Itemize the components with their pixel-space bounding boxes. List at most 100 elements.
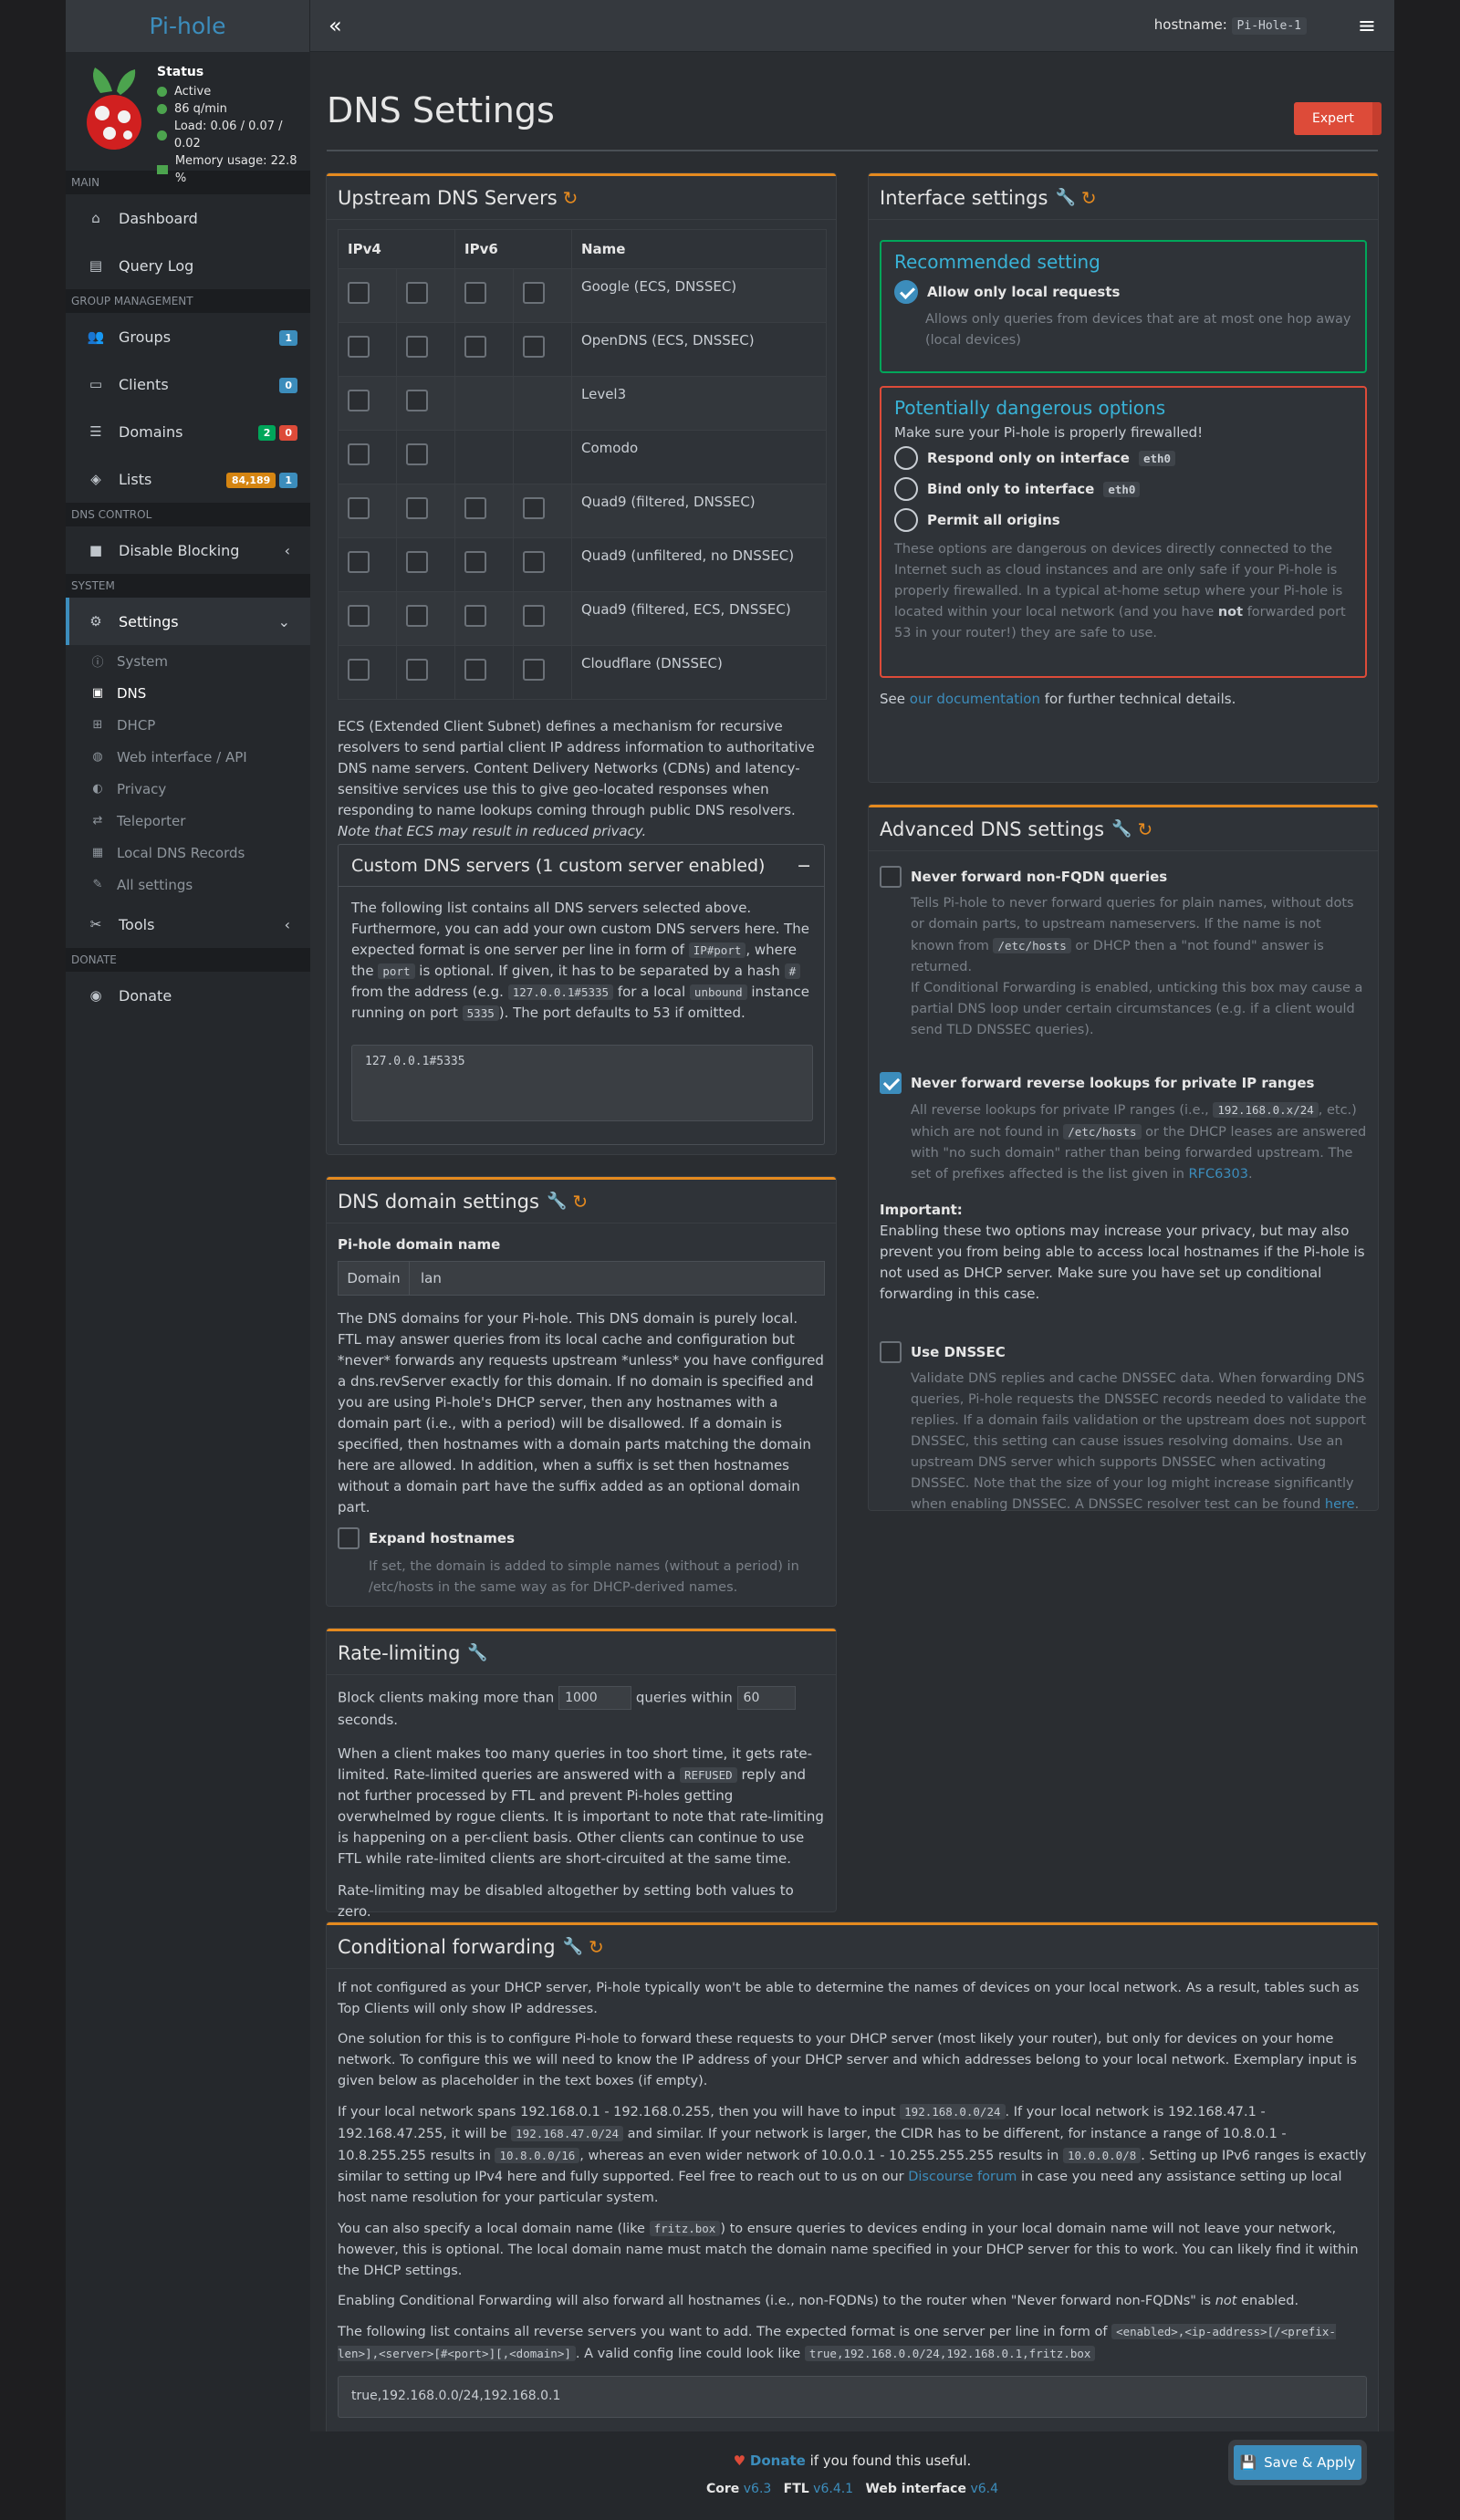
iface-title: Interface settings: [880, 186, 1048, 209]
sidebar-sub-teleporter[interactable]: ⇄ Teleporter: [66, 805, 310, 837]
sidebar-item-dashboard[interactable]: ⌂ Dashboard: [66, 194, 310, 242]
cond-forward-textarea[interactable]: true,192.168.0.0/24,192.168.0.1: [338, 2376, 1367, 2418]
sidebar-item-disable-blocking[interactable]: ■ Disable Blocking ‹: [66, 526, 310, 574]
save-apply-button[interactable]: 💾 Save & Apply: [1234, 2445, 1361, 2480]
brand-logo[interactable]: Pi -hole: [66, 0, 310, 52]
rate-line: Block clients making more than 1000 quer…: [338, 1686, 825, 1731]
adv-title: Advanced DNS settings: [880, 817, 1105, 840]
ipv6-checkbox[interactable]: [464, 496, 486, 519]
ipv4-checkbox[interactable]: [406, 281, 428, 304]
expand-hostnames-checkbox[interactable]: [338, 1527, 360, 1549]
sidebar-item-clients[interactable]: ▭ Clients 0: [66, 360, 310, 408]
allow-local-radio[interactable]: [894, 280, 918, 304]
important-text: Enabling these two options may increase …: [880, 1223, 1365, 1302]
ipv4-checkbox[interactable]: [348, 389, 370, 411]
sidebar-item-lists[interactable]: ◈ Lists 84,189 1: [66, 455, 310, 503]
cond-p4a: You can also specify a local domain name…: [338, 2222, 645, 2236]
see-text-2: for further technical details.: [1044, 691, 1236, 707]
sidebar-item-tools[interactable]: ✂ Tools ‹: [66, 901, 310, 948]
ipv6-checkbox[interactable]: [523, 496, 545, 519]
refresh-icon[interactable]: ↻: [572, 1191, 588, 1213]
menu-icon[interactable]: ≡: [1358, 13, 1376, 38]
wrench-icon: 🔧: [546, 1192, 568, 1211]
sidebar-sub-web[interactable]: ◍ Web interface / API: [66, 741, 310, 773]
ipv4-checkbox[interactable]: [348, 443, 370, 465]
donate-link[interactable]: Donate: [750, 2452, 806, 2469]
sidebar-sub-dns[interactable]: ▣ DNS: [66, 677, 310, 709]
sidebar-toggle-icon[interactable]: «: [328, 13, 342, 38]
rate-interval-input[interactable]: 60: [736, 1686, 796, 1710]
danger-title: Potentially dangerous options: [894, 397, 1166, 419]
dnssec-test-link[interactable]: here: [1325, 1497, 1355, 1512]
ipv4-checkbox[interactable]: [406, 658, 428, 681]
see-text: See: [880, 691, 905, 707]
cond-p5: Enabling Conditional Forwarding will als…: [338, 2291, 1367, 2312]
ipv6-checkbox[interactable]: [464, 281, 486, 304]
collapse-minus-icon[interactable]: −: [797, 856, 811, 876]
rate-count-input[interactable]: 1000: [558, 1686, 632, 1710]
domain-input[interactable]: lan: [410, 1262, 824, 1295]
custom-text-4: from the address (e.g.: [351, 984, 504, 1000]
ftl-version-link[interactable]: v6.4.1: [813, 2482, 853, 2496]
sidebar-sub-system[interactable]: ⓘ System: [66, 645, 310, 677]
tools-icon: ✂: [89, 916, 102, 932]
refresh-icon[interactable]: ↻: [1137, 818, 1152, 840]
respond-iface-radio[interactable]: [894, 446, 918, 470]
list-icon: ☰: [89, 423, 102, 440]
ipv4-checkbox[interactable]: [348, 550, 370, 573]
ipv4-checkbox[interactable]: [348, 658, 370, 681]
ipv4-checkbox[interactable]: [348, 496, 370, 519]
ipv4-checkbox[interactable]: [406, 496, 428, 519]
sidebar-sub-localdns[interactable]: ▦ Local DNS Records: [66, 837, 310, 869]
discourse-forum-link[interactable]: Discourse forum: [908, 2170, 1017, 2184]
ipv4-checkbox[interactable]: [406, 335, 428, 358]
dnssec-dot: .: [1354, 1497, 1360, 1512]
ipv4-checkbox[interactable]: [348, 281, 370, 304]
ipv4-checkbox[interactable]: [406, 604, 428, 627]
bind-iface-radio[interactable]: [894, 477, 918, 501]
use-dnssec-checkbox[interactable]: [880, 1341, 902, 1363]
documentation-link[interactable]: our documentation: [910, 691, 1040, 707]
core-version-link[interactable]: v6.3: [744, 2482, 772, 2496]
section-group: GROUP MANAGEMENT: [66, 289, 310, 313]
sidebar-item-settings[interactable]: ⚙ Settings ⌄: [66, 598, 310, 645]
ipv6-checkbox[interactable]: [523, 281, 545, 304]
col-ipv4: IPv4: [338, 229, 455, 269]
ipv4-checkbox[interactable]: [406, 550, 428, 573]
core-label: Core: [706, 2482, 740, 2496]
sidebar-sub-dhcp[interactable]: ⊞ DHCP: [66, 709, 310, 741]
domain-input-group: Domain lan: [338, 1261, 825, 1296]
sidebar-sub-all[interactable]: ✎ All settings: [66, 869, 310, 901]
rfc6303-link[interactable]: RFC6303: [1189, 1167, 1248, 1182]
ipv6-checkbox[interactable]: [523, 658, 545, 681]
ipv6-checkbox[interactable]: [464, 550, 486, 573]
sidebar-item-domains[interactable]: ☰ Domains 2 0: [66, 408, 310, 455]
never-forward-reverse-checkbox[interactable]: [880, 1072, 902, 1094]
web-version-link[interactable]: v6.4: [970, 2482, 998, 2496]
ipv4-checkbox[interactable]: [348, 604, 370, 627]
memory-icon: [157, 165, 168, 174]
ipv6-checkbox[interactable]: [523, 550, 545, 573]
fqdn-label: Never forward non-FQDN queries: [911, 868, 1168, 885]
ipv6-checkbox[interactable]: [464, 335, 486, 358]
ipv6-checkbox[interactable]: [523, 335, 545, 358]
sidebar-item-groups[interactable]: 👥 Groups 1: [66, 313, 310, 360]
ipv6-checkbox[interactable]: [464, 604, 486, 627]
sidebar-item-query-log[interactable]: ▤ Query Log: [66, 242, 310, 289]
ipv4-checkbox[interactable]: [406, 443, 428, 465]
ipv4-checkbox[interactable]: [406, 389, 428, 411]
custom-dns-textarea[interactable]: 127.0.0.1#5335: [351, 1045, 813, 1121]
sidebar-sub-privacy[interactable]: ◐ Privacy: [66, 773, 310, 805]
refresh-icon[interactable]: ↻: [563, 187, 579, 209]
ipv4-checkbox[interactable]: [348, 335, 370, 358]
never-forward-fqdn-checkbox[interactable]: [880, 866, 902, 888]
sidebar-item-donate[interactable]: ◉ Donate: [66, 972, 310, 1019]
expert-toggle[interactable]: Expert: [1294, 102, 1382, 135]
ipv6-checkbox[interactable]: [464, 658, 486, 681]
refresh-icon[interactable]: ↻: [1081, 187, 1097, 209]
status-load: Load: 0.06 / 0.07 / 0.02: [173, 120, 283, 151]
cond-title: Conditional forwarding: [338, 1935, 556, 1958]
permit-all-radio[interactable]: [894, 508, 918, 532]
refresh-icon[interactable]: ↻: [589, 1936, 604, 1958]
ipv6-checkbox[interactable]: [523, 604, 545, 627]
